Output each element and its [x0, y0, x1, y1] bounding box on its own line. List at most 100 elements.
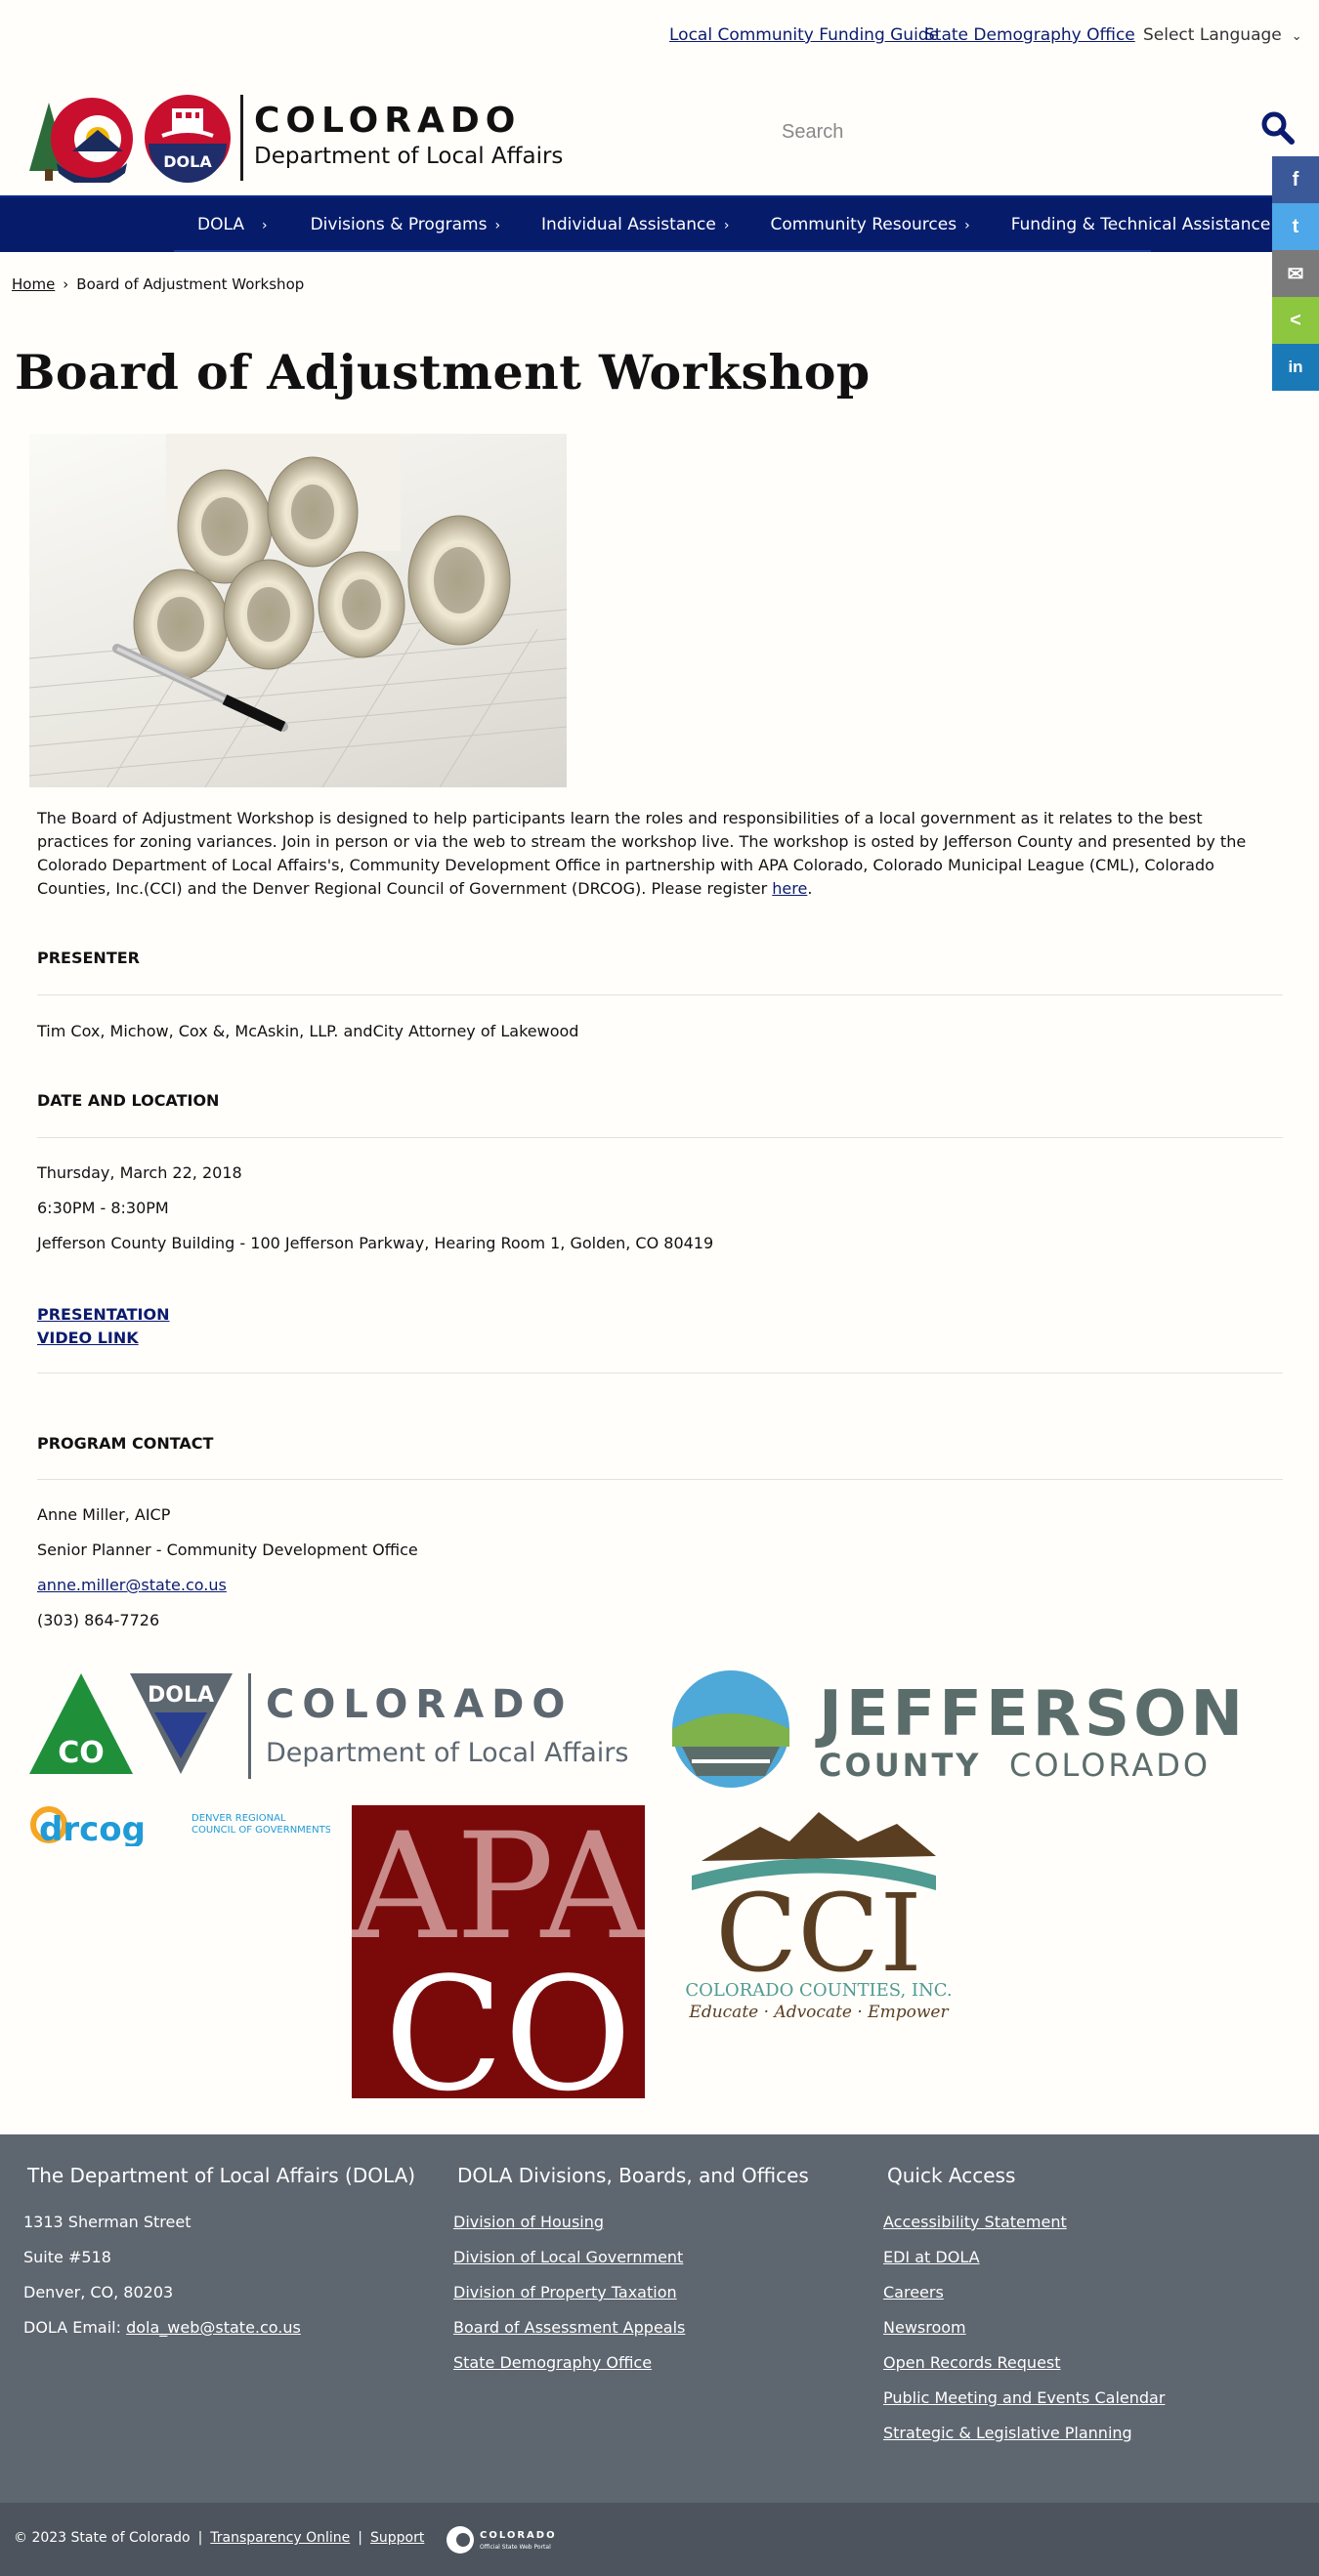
intro-paragraph: The Board of Adjustment Workshop is desi… — [37, 807, 1278, 901]
intro-text: The Board of Adjustment Workshop is desi… — [37, 809, 1247, 898]
footer-link-demography[interactable]: State Demography Office — [453, 2353, 652, 2372]
chevron-right-icon: › — [261, 218, 268, 233]
dola-partner-logo: CO DOLA COLORADO Department of Local Aff… — [29, 1673, 628, 1779]
drcog-logo: drcog DENVER REGIONAL COUNCIL OF GOVERNM… — [30, 1806, 330, 1846]
footer-link-open-records[interactable]: Open Records Request — [883, 2353, 1061, 2372]
dola-logo[interactable]: DOLA COLORADO Department of Local Affair… — [27, 83, 574, 186]
breadcrumb-current: Board of Adjustment Workshop — [76, 275, 305, 293]
divider — [37, 994, 1283, 995]
nav-item-individual-assistance[interactable]: Individual Assistance › — [518, 197, 746, 252]
program-contact-heading: PROGRAM CONTACT — [37, 1434, 214, 1453]
footer-heading: Quick Access — [887, 2164, 1016, 2187]
apa-colorado-logo: APA CO — [352, 1805, 645, 2098]
portal-sub: Official State Web Portal — [480, 2544, 551, 2551]
twitter-icon[interactable]: t — [1272, 203, 1319, 250]
footer-link-edi[interactable]: EDI at DOLA — [883, 2248, 980, 2266]
jefferson-county: COUNTY — [819, 1747, 981, 1784]
chevron-right-icon: › — [494, 218, 501, 233]
colorado-portal-logo[interactable]: COLORADO Official State Web Portal — [445, 2524, 581, 2555]
nav-label: Divisions & Programs — [310, 215, 488, 234]
copyright: © 2023 State of Colorado — [14, 2530, 191, 2546]
divider — [37, 1372, 1283, 1373]
support-link[interactable]: Support — [370, 2530, 424, 2546]
event-date: Thursday, March 22, 2018 — [37, 1163, 242, 1182]
footer-link-assessment-appeals[interactable]: Board of Assessment Appeals — [453, 2318, 685, 2337]
footer-heading: The Department of Local Affairs (DOLA) — [27, 2164, 416, 2187]
footer-address-line: 1313 Sherman Street — [23, 2213, 191, 2231]
footer-link-accessibility[interactable]: Accessibility Statement — [883, 2213, 1067, 2231]
footer-link-strategic-planning[interactable]: Strategic & Legislative Planning — [883, 2424, 1132, 2442]
presentation-link[interactable]: PRESENTATION — [37, 1303, 170, 1327]
search-input[interactable] — [782, 112, 1231, 151]
funding-guide-link[interactable]: Local Community Funding Guide — [669, 25, 939, 45]
footer-link-events-calendar[interactable]: Public Meeting and Events Calendar — [883, 2388, 1165, 2407]
facebook-icon[interactable]: f — [1272, 156, 1319, 203]
drcog-text: drcog — [39, 1810, 146, 1846]
chevron-right-icon: › — [723, 218, 730, 233]
footer-email-label: DOLA Email: — [23, 2318, 127, 2337]
chevron-right-icon: › — [964, 218, 970, 233]
footer-col-divisions: DOLA Divisions, Boards, and Offices Divi… — [453, 2164, 809, 2386]
footer-email-link[interactable]: dola_web@state.co.us — [126, 2318, 301, 2337]
nav-item-community-resources[interactable]: Community Resources › — [746, 197, 987, 252]
contact-phone: (303) 864-7726 — [37, 1611, 160, 1629]
nav-item-dola[interactable]: DOLA › — [174, 197, 287, 252]
page-title: Board of Adjustment Workshop — [15, 344, 871, 401]
footer-link-newsroom[interactable]: Newsroom — [883, 2318, 966, 2337]
sub-footer: © 2023 State of Colorado | Transparency On… — [0, 2503, 1319, 2576]
cci-name: COLORADO COUNTIES, INC. — [685, 1980, 952, 2001]
language-select[interactable]: Select Language ⌄ — [1143, 25, 1302, 45]
presenter-text: Tim Cox, Michow, Cox &, McAskin, LLP. an… — [37, 1022, 579, 1040]
share-icon[interactable]: < — [1272, 297, 1319, 344]
breadcrumb-separator: › — [63, 275, 69, 293]
site-footer: The Department of Local Affairs (DOLA) 1… — [0, 2134, 1319, 2503]
event-time: 6:30PM - 8:30PM — [37, 1199, 169, 1217]
utility-bar: Local Community Funding Guide State Demo… — [0, 0, 1319, 73]
email-icon[interactable]: ✉ — [1272, 250, 1319, 297]
cci-text: CCI — [715, 1871, 922, 1996]
footer-link-housing[interactable]: Division of Housing — [453, 2213, 604, 2231]
footer-link-careers[interactable]: Careers — [883, 2283, 944, 2302]
blueprints-image — [29, 434, 567, 787]
date-location-heading: DATE AND LOCATION — [37, 1091, 220, 1110]
footer-heading: DOLA Divisions, Boards, and Offices — [457, 2164, 809, 2187]
footer-address-line: Denver, CO, 80203 — [23, 2283, 174, 2302]
nav-label: Funding & Technical Assistance — [1010, 215, 1271, 234]
resource-links: PRESENTATION VIDEO LINK — [37, 1303, 170, 1350]
intro-end: . — [807, 879, 813, 898]
cci-logo: CCI COLORADO COUNTIES, INC. Educate · Ad… — [685, 1812, 953, 2022]
nav-item-divisions[interactable]: Divisions & Programs › — [287, 197, 518, 252]
contact-email-link[interactable]: anne.miller@state.co.us — [37, 1576, 227, 1594]
linkedin-icon[interactable]: in — [1272, 344, 1319, 391]
transparency-link[interactable]: Transparency Online — [210, 2530, 350, 2546]
chevron-down-icon: ⌄ — [1291, 29, 1302, 44]
nav-underline — [174, 250, 1151, 252]
register-link[interactable]: here — [772, 879, 807, 898]
nav-label: Individual Assistance — [541, 215, 716, 234]
contact-role: Senior Planner - Community Development O… — [37, 1541, 418, 1559]
video-link[interactable]: VIDEO LINK — [37, 1327, 170, 1350]
dola-badge-text: DOLA — [148, 1683, 214, 1708]
breadcrumb: Home › Board of Adjustment Workshop — [12, 275, 304, 293]
footer-link-local-government[interactable]: Division of Local Government — [453, 2248, 683, 2266]
demography-office-link[interactable]: State Demography Office — [924, 25, 1135, 45]
drcog-sub2: COUNCIL OF GOVERNMENTS — [191, 1825, 330, 1836]
breadcrumb-home[interactable]: Home — [12, 275, 55, 293]
presenter-heading: PRESENTER — [37, 949, 140, 967]
divider — [37, 1479, 1283, 1480]
cci-tagline: Educate · Advocate · Empower — [688, 2003, 949, 2022]
jefferson-title: JEFFERSON — [815, 1678, 1247, 1751]
nav-item-funding[interactable]: Funding & Technical Assistance› — [988, 197, 1301, 252]
share-sidebar: f t ✉ < in — [1272, 156, 1319, 391]
language-label: Select Language — [1143, 25, 1282, 45]
colorado-c-logo-icon — [29, 98, 133, 183]
nav-label: Community Resources — [770, 215, 957, 234]
event-location: Jefferson County Building - 100 Jefferso… — [37, 1234, 714, 1252]
search-icon[interactable] — [1260, 110, 1296, 146]
main-nav: DOLA › Divisions & Programs › Individual A… — [0, 195, 1319, 252]
nav-label: DOLA — [197, 215, 244, 234]
footer-link-property-taxation[interactable]: Division of Property Taxation — [453, 2283, 677, 2302]
contact-email-row: anne.miller@state.co.us — [37, 1576, 227, 1594]
sub-footer-text: © 2023 State of Colorado | Transparency On… — [14, 2530, 425, 2546]
logo-subtitle: Department of Local Affairs — [254, 144, 564, 169]
